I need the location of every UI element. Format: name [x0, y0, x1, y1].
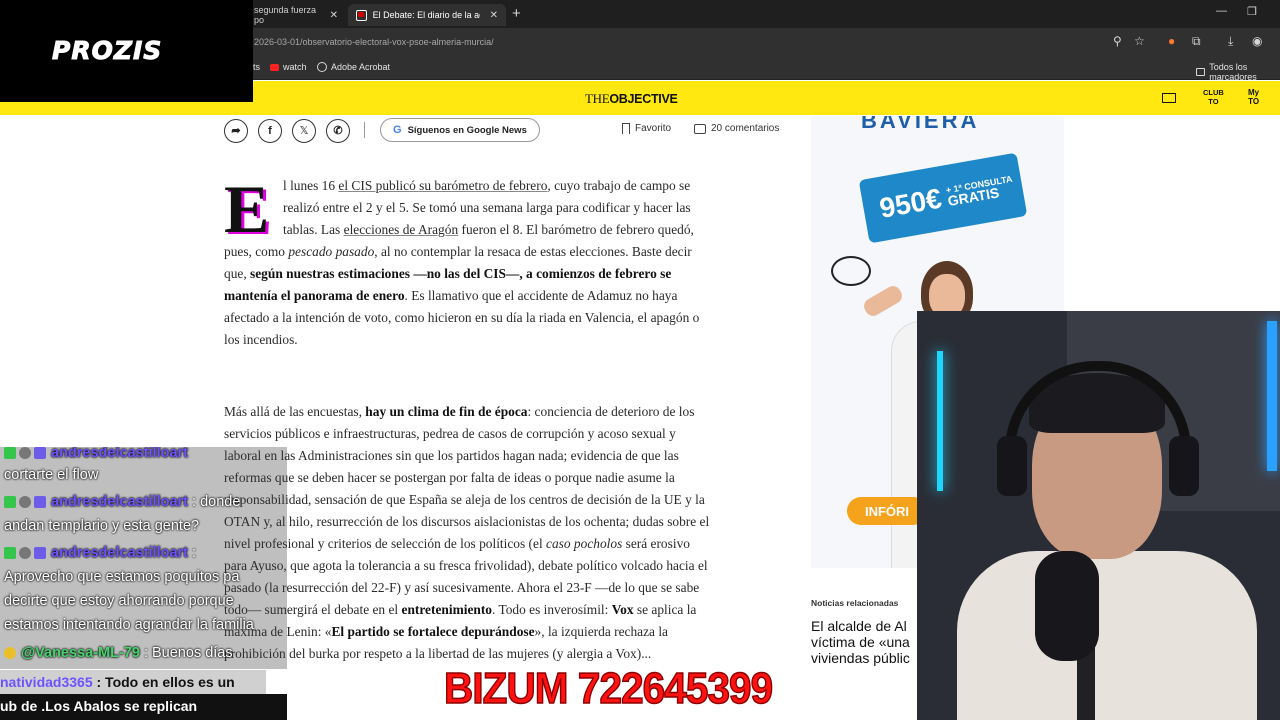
chat-message-text: andan templario y esta gente? [4, 518, 200, 534]
zoom-icon[interactable]: ⚲ [1113, 34, 1122, 48]
x-twitter-icon[interactable]: 𝕏 [292, 119, 316, 143]
bookmark-star-icon[interactable]: ☆ [1134, 34, 1145, 48]
article-paragraph-1: l lunes 16 el CIS publicó su barómetro d… [224, 178, 700, 347]
ad-price-badge: 950€ + 1ª CONSULTA GRATIS [858, 152, 1028, 244]
youtube-icon [270, 63, 279, 71]
tab-label: segunda fuerza po [254, 5, 317, 25]
folder-icon [1196, 68, 1206, 76]
led-light [937, 351, 943, 491]
streamer-shirt [957, 551, 1257, 720]
google-icon: G [393, 124, 402, 136]
chat-message: andresdelcastilloart : [4, 542, 196, 565]
facebook-icon[interactable]: f [258, 119, 282, 143]
headphone-cup [1169, 436, 1199, 496]
related-news-heading: Noticias relacionadas [811, 598, 899, 608]
bookmark-adobe[interactable]: Adobe Acrobat [317, 62, 390, 72]
el-debate-favicon-icon [356, 9, 367, 21]
chat-message: andresdelcastilloart [4, 447, 188, 465]
sub-badge-icon [4, 447, 16, 459]
sponsor-overlay: PROZIS [0, 0, 253, 102]
chat-message-text: decirte que estoy ahorrando porque [4, 593, 234, 609]
profile-avatar-icon[interactable]: ◉ [1252, 34, 1262, 48]
ad-brand: BAVIERA [861, 116, 980, 133]
bookmark-icon [622, 123, 630, 134]
club-to-link[interactable]: CLUB TO [1203, 88, 1224, 106]
download-icon[interactable]: ⤓ [1228, 34, 1233, 49]
sponsor-logo: PROZIS [51, 36, 163, 66]
mail-icon[interactable] [1162, 93, 1176, 103]
extension-icon[interactable]: ● [1168, 34, 1175, 48]
site-logo[interactable]: THEOBJECTIVE [585, 91, 678, 107]
all-bookmarks-folder[interactable]: Todos los marcadores [1196, 62, 1280, 82]
tab-previous[interactable]: segunda fuerza po ✕ [246, 4, 346, 26]
cis-link[interactable]: el CIS publicó su barómetro de febrero [338, 178, 547, 193]
chat-message: andresdelcastilloart : donde [4, 491, 240, 514]
glasses-image [831, 256, 871, 286]
aragon-elections-link[interactable]: elecciones de Aragón [344, 222, 459, 237]
tab-label: El Debate: El diario de la actuali [372, 10, 480, 20]
badge-icon [19, 496, 31, 508]
new-tab-icon[interactable]: + [512, 5, 521, 22]
bookmark-item[interactable]: ts [253, 62, 260, 72]
headphone-cup [997, 436, 1027, 496]
twitch-badge-icon [34, 547, 46, 559]
google-news-button[interactable]: G Síguenos en Google News [380, 118, 540, 142]
twitch-badge-icon [34, 447, 46, 459]
minimize-icon[interactable]: — [1216, 5, 1227, 17]
bizum-donation-banner: BIZUM 722645399 [443, 663, 774, 714]
tab-el-debate[interactable]: El Debate: El diario de la actuali ✕ [348, 4, 506, 26]
chat-message-text: cortarte el flow [4, 467, 99, 483]
chat-ticker: natividad3365 : Todo en ellos es un [0, 670, 266, 694]
ad-info-button[interactable]: INFÓRI [847, 497, 927, 525]
chat-message-text: estamos intentando agrandar la familia [4, 617, 254, 633]
restore-icon[interactable]: ❐ [1247, 5, 1257, 18]
stream-chat-overlay: andresdelcastilloart cortarte el flow an… [0, 447, 287, 669]
url-field[interactable]: 2026-03-01/observatorio-electoral-vox-ps… [254, 37, 494, 47]
chat-ticker-2: ub de .Los Abalos se replican [0, 694, 287, 720]
twitch-badge-icon [34, 496, 46, 508]
share-icon[interactable]: ➦ [224, 119, 248, 143]
extensions-puzzle-icon[interactable]: ⧉ [1192, 34, 1201, 49]
sub-badge-icon [4, 547, 16, 559]
comment-icon [694, 123, 706, 134]
badge-icon [19, 547, 31, 559]
whatsapp-icon[interactable]: ✆ [326, 119, 350, 143]
acrobat-icon [317, 62, 327, 72]
favorite-button[interactable]: Favorito [622, 123, 671, 134]
close-tab-icon[interactable]: ✕ [490, 10, 498, 21]
microphone-icon [1035, 551, 1099, 661]
led-light [1267, 321, 1277, 471]
chat-message-text: Aprovecho que estamos poquitos pa [4, 569, 240, 585]
related-news-link[interactable]: El alcalde de Al víctima de «una viviend… [811, 618, 921, 666]
sub-badge-icon [4, 496, 16, 508]
article-paragraph-2: Más allá de las encuestas, hay un clima … [224, 404, 710, 661]
badge-icon [19, 447, 31, 459]
divider [364, 122, 365, 138]
close-tab-icon[interactable]: ✕ [330, 10, 338, 21]
ad-person-arm [861, 283, 905, 319]
badge-icon [4, 647, 16, 659]
chat-message: @Vanessa-ML-79 : Buenos días [4, 642, 233, 665]
comments-button[interactable]: 20 comentarios [694, 123, 779, 134]
streamer-webcam [917, 311, 1280, 720]
bookmark-watch[interactable]: watch [270, 62, 307, 72]
share-bar: ➦ f 𝕏 ✆ G Síguenos en Google News Favori… [224, 117, 788, 143]
my-to-link[interactable]: My TO [1248, 88, 1259, 106]
